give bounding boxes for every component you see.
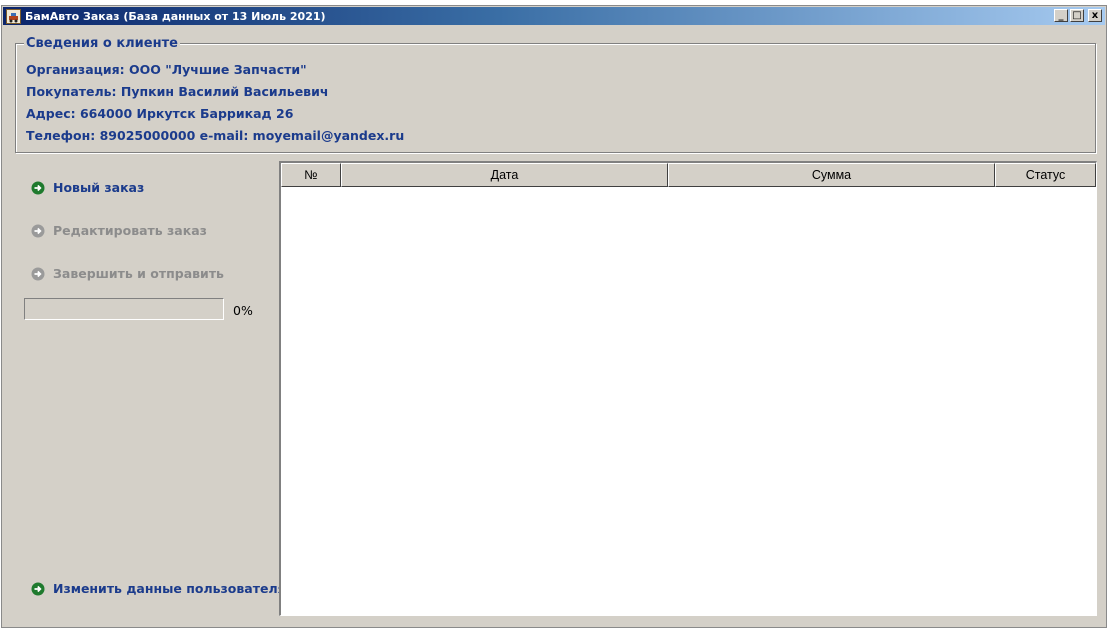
edit-order-link[interactable]: Редактировать заказ (31, 223, 207, 238)
edit-order-label: Редактировать заказ (53, 223, 207, 238)
client-info-group: Сведения о клиенте Организация: ООО "Луч… (15, 36, 1096, 153)
close-button[interactable]: x (1088, 9, 1102, 22)
change-user-data-label: Изменить данные пользователя (53, 581, 286, 596)
organization-text: Организация: ООО "Лучшие Запчасти" (26, 62, 307, 77)
column-header-sum[interactable]: Сумма (668, 163, 995, 187)
maximize-button[interactable]: □ (1070, 9, 1084, 22)
finish-send-label: Завершить и отправить (53, 266, 224, 281)
send-progress-bar (24, 298, 224, 320)
orders-table[interactable]: № Дата Сумма Статус (279, 161, 1097, 616)
change-user-data-link[interactable]: Изменить данные пользователя (31, 581, 286, 596)
phone-email-text: Телефон: 89025000000 e-mail: moyemail@ya… (26, 128, 405, 143)
title-bar[interactable]: БамАвто Заказ (База данных от 13 Июль 20… (3, 7, 1105, 25)
address-text: Адрес: 664000 Иркутск Баррикад 26 (26, 106, 294, 121)
column-header-number[interactable]: № (281, 163, 341, 187)
new-order-link[interactable]: Новый заказ (31, 180, 144, 195)
arrow-right-circle-icon (31, 181, 45, 194)
window-title: БамАвто Заказ (База данных от 13 Июль 20… (25, 9, 326, 23)
main-window: БамАвто Заказ (База данных от 13 Июль 20… (1, 5, 1107, 628)
arrow-right-circle-icon (31, 224, 45, 237)
finish-send-link[interactable]: Завершить и отправить (31, 266, 224, 281)
column-header-date[interactable]: Дата (341, 163, 668, 187)
new-order-label: Новый заказ (53, 180, 145, 195)
arrow-right-circle-icon (31, 582, 45, 595)
arrow-right-circle-icon (31, 267, 45, 280)
buyer-text: Покупатель: Пупкин Василий Васильевич (26, 84, 329, 99)
minimize-button[interactable]: _ (1054, 9, 1068, 22)
client-info-legend: Сведения о клиенте (24, 36, 180, 51)
orders-table-header: № Дата Сумма Статус (281, 163, 1096, 187)
app-icon (6, 8, 21, 24)
column-header-status[interactable]: Статус (995, 163, 1096, 187)
progress-percent-text: 0% (233, 303, 253, 318)
